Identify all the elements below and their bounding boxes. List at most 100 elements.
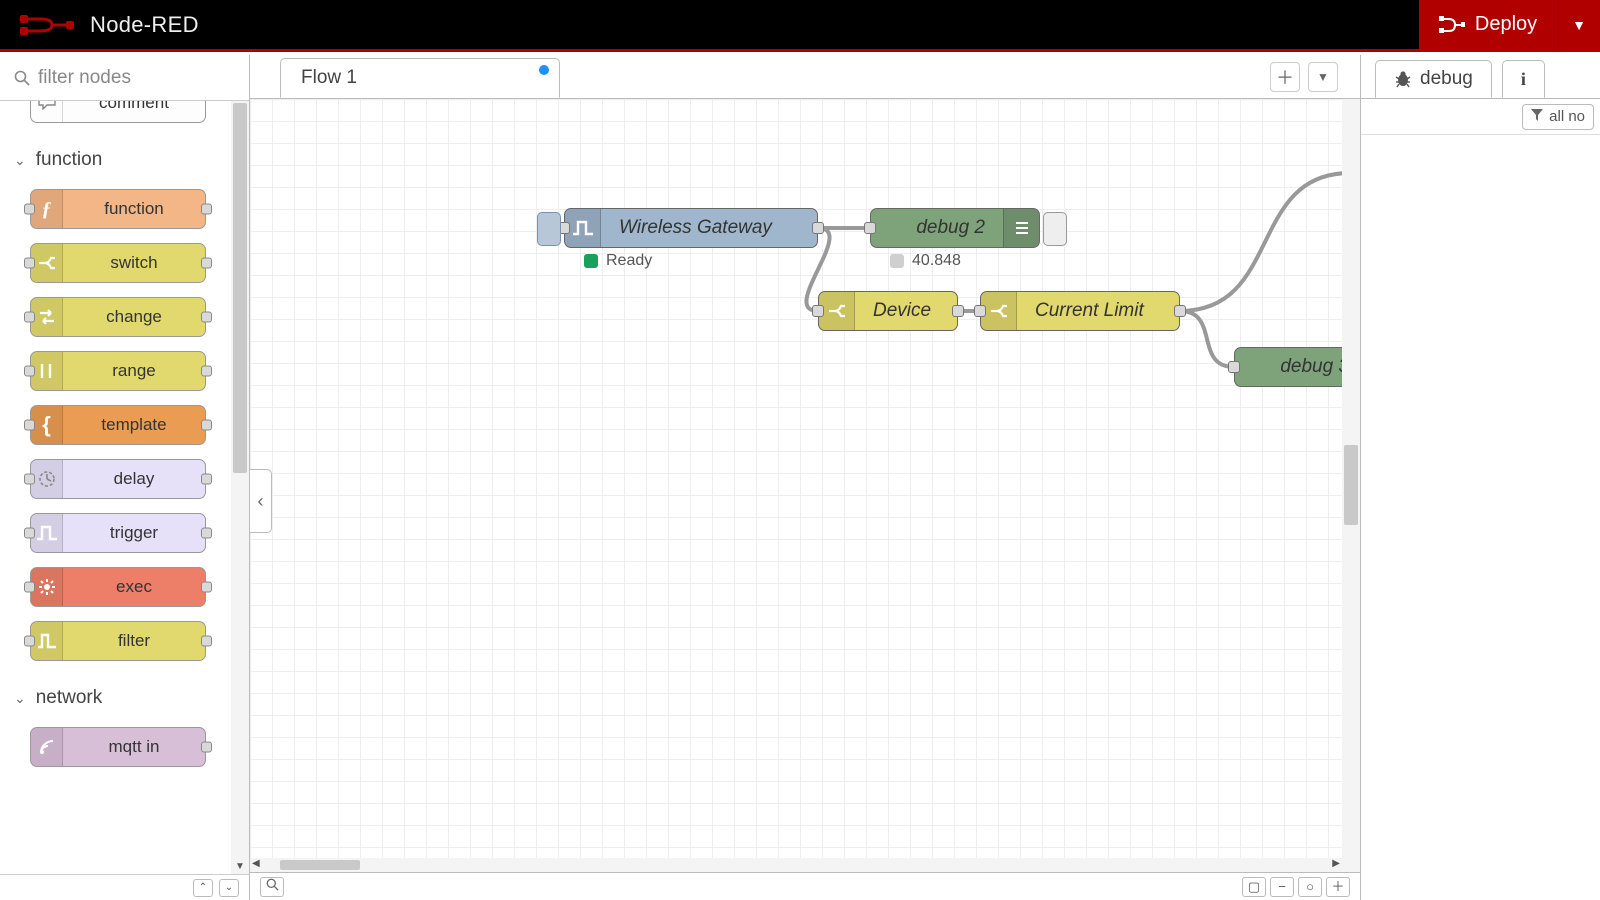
chevron-down-icon: ⌄ xyxy=(14,152,26,169)
wire[interactable] xyxy=(1180,173,1342,311)
header-brand: Node-RED xyxy=(0,12,199,38)
port-in[interactable] xyxy=(24,528,35,539)
sidebar-tab-debug[interactable]: debug xyxy=(1375,60,1492,98)
port-out[interactable] xyxy=(201,474,212,485)
scrollbar-thumb[interactable] xyxy=(1344,445,1358,525)
canvas-search-button[interactable] xyxy=(260,877,284,897)
port-out[interactable] xyxy=(201,636,212,647)
add-flow-button[interactable]: ＋ xyxy=(1270,62,1300,92)
brand-title: Node-RED xyxy=(90,12,199,38)
port-in[interactable] xyxy=(24,204,35,215)
palette-expand-all-button[interactable]: ⌄ xyxy=(219,879,239,897)
port-in[interactable] xyxy=(24,582,35,593)
port-out[interactable] xyxy=(201,528,212,539)
canvas-scrollbar-vertical[interactable]: ▲ xyxy=(1342,99,1360,872)
deploy-menu-button[interactable]: ▼ xyxy=(1557,0,1600,49)
flow-menu-button[interactable]: ▼ xyxy=(1308,62,1338,92)
port-out[interactable] xyxy=(201,582,212,593)
port-in[interactable] xyxy=(24,258,35,269)
palette-node-label: exec xyxy=(63,577,205,597)
zoom-out-button[interactable]: − xyxy=(1270,877,1294,897)
flow-canvas[interactable]: Ready Wireless Gateway 40.848 debug 2 Device… xyxy=(250,99,1342,858)
deploy-button[interactable]: Deploy xyxy=(1419,0,1557,49)
port-in[interactable] xyxy=(24,366,35,377)
palette-footer: ⌃ ⌄ xyxy=(0,874,249,900)
info-icon: i xyxy=(1521,69,1526,90)
scrollbar-thumb[interactable] xyxy=(280,860,360,870)
port-in[interactable] xyxy=(24,474,35,485)
palette-node-switch[interactable]: switch xyxy=(30,243,206,283)
palette-node-range[interactable]: range xyxy=(30,351,206,391)
wire[interactable] xyxy=(1180,311,1234,367)
flow-tab-label: Flow 1 xyxy=(301,67,357,89)
port-out[interactable] xyxy=(201,258,212,269)
scroll-left-icon[interactable]: ◀ xyxy=(252,858,260,869)
node-inject-button[interactable] xyxy=(537,212,561,246)
workspace-footer: ▢ − ○ ＋ xyxy=(250,872,1360,900)
port-out[interactable] xyxy=(1174,305,1186,317)
scrollbar-thumb[interactable] xyxy=(233,103,247,473)
palette-node-exec[interactable]: exec xyxy=(30,567,206,607)
port-out[interactable] xyxy=(201,742,212,753)
palette-node-trigger[interactable]: trigger xyxy=(30,513,206,553)
flow-node-dev[interactable]: Device xyxy=(818,291,958,331)
template-icon: { xyxy=(31,406,63,444)
deploy-group: Deploy ▼ xyxy=(1419,0,1600,49)
sidebar-tabs: debug i xyxy=(1361,55,1600,99)
palette-collapse-all-button[interactable]: ⌃ xyxy=(193,879,213,897)
palette-node-label: mqtt in xyxy=(63,737,205,757)
palette-node-label: function xyxy=(63,199,205,219)
node-toggle-button[interactable] xyxy=(1043,212,1067,246)
zoom-reset-button[interactable]: ○ xyxy=(1298,877,1322,897)
port-out[interactable] xyxy=(201,366,212,377)
flow-tab[interactable]: Flow 1 xyxy=(280,58,560,98)
scroll-down-icon[interactable]: ▼ xyxy=(231,861,249,872)
sidebar-panel: debug i all no xyxy=(1360,55,1600,900)
zoom-in-button[interactable]: ＋ xyxy=(1326,877,1350,897)
port-in[interactable] xyxy=(1228,361,1240,373)
palette-category-function[interactable]: ⌄ function xyxy=(0,137,231,181)
palette-collapse-handle[interactable]: ‹ xyxy=(250,469,272,533)
palette-category-network[interactable]: ⌄network xyxy=(0,675,231,719)
port-in[interactable] xyxy=(974,305,986,317)
palette-node-filter[interactable]: filter xyxy=(30,621,206,661)
flow-node-cl[interactable]: Current Limit xyxy=(980,291,1180,331)
port-out[interactable] xyxy=(201,420,212,431)
port-out[interactable] xyxy=(952,305,964,317)
navigator-button[interactable]: ▢ xyxy=(1242,877,1266,897)
debug-icon xyxy=(1003,209,1039,247)
palette-scrollbar[interactable]: ▼ xyxy=(231,101,249,874)
port-in[interactable] xyxy=(864,222,876,234)
port-out[interactable] xyxy=(812,222,824,234)
flow-node-d2[interactable]: debug 2 xyxy=(870,208,1040,248)
node-status: Ready xyxy=(584,252,652,270)
node-status: 40.848 xyxy=(890,252,961,270)
port-in[interactable] xyxy=(24,420,35,431)
palette-node-template[interactable]: {template xyxy=(30,405,206,445)
port-out[interactable] xyxy=(201,312,212,323)
port-in[interactable] xyxy=(812,305,824,317)
palette-node-mqtt-in[interactable]: mqtt in xyxy=(30,727,206,767)
canvas-scrollbar-horizontal[interactable]: ◀ ▶ xyxy=(250,858,1342,872)
debug-filter-button[interactable]: all no xyxy=(1522,104,1594,130)
flow-node-wg[interactable]: Wireless Gateway xyxy=(564,208,818,248)
port-in[interactable] xyxy=(24,312,35,323)
port-in[interactable] xyxy=(24,636,35,647)
palette-node-delay[interactable]: delay xyxy=(30,459,206,499)
sidebar-tab-info[interactable]: i xyxy=(1502,60,1545,98)
bug-icon xyxy=(1394,70,1412,88)
port-out[interactable] xyxy=(201,204,212,215)
status-text: Ready xyxy=(606,252,652,270)
status-text: 40.848 xyxy=(912,252,961,270)
palette-node-change[interactable]: change xyxy=(30,297,206,337)
flow-node-label: Wireless Gateway xyxy=(601,217,790,239)
palette-node-label: template xyxy=(63,415,205,435)
deploy-label: Deploy xyxy=(1475,13,1537,36)
palette-node-comment[interactable]: comment xyxy=(30,101,206,123)
palette-category-label: function xyxy=(36,149,103,171)
scroll-right-icon[interactable]: ▶ xyxy=(1332,858,1340,869)
palette-node-function[interactable]: ƒfunction xyxy=(30,189,206,229)
map-icon: ▢ xyxy=(1248,879,1260,894)
flow-node-label: debug 2 xyxy=(871,217,1003,239)
palette-filter-input[interactable] xyxy=(38,67,208,89)
